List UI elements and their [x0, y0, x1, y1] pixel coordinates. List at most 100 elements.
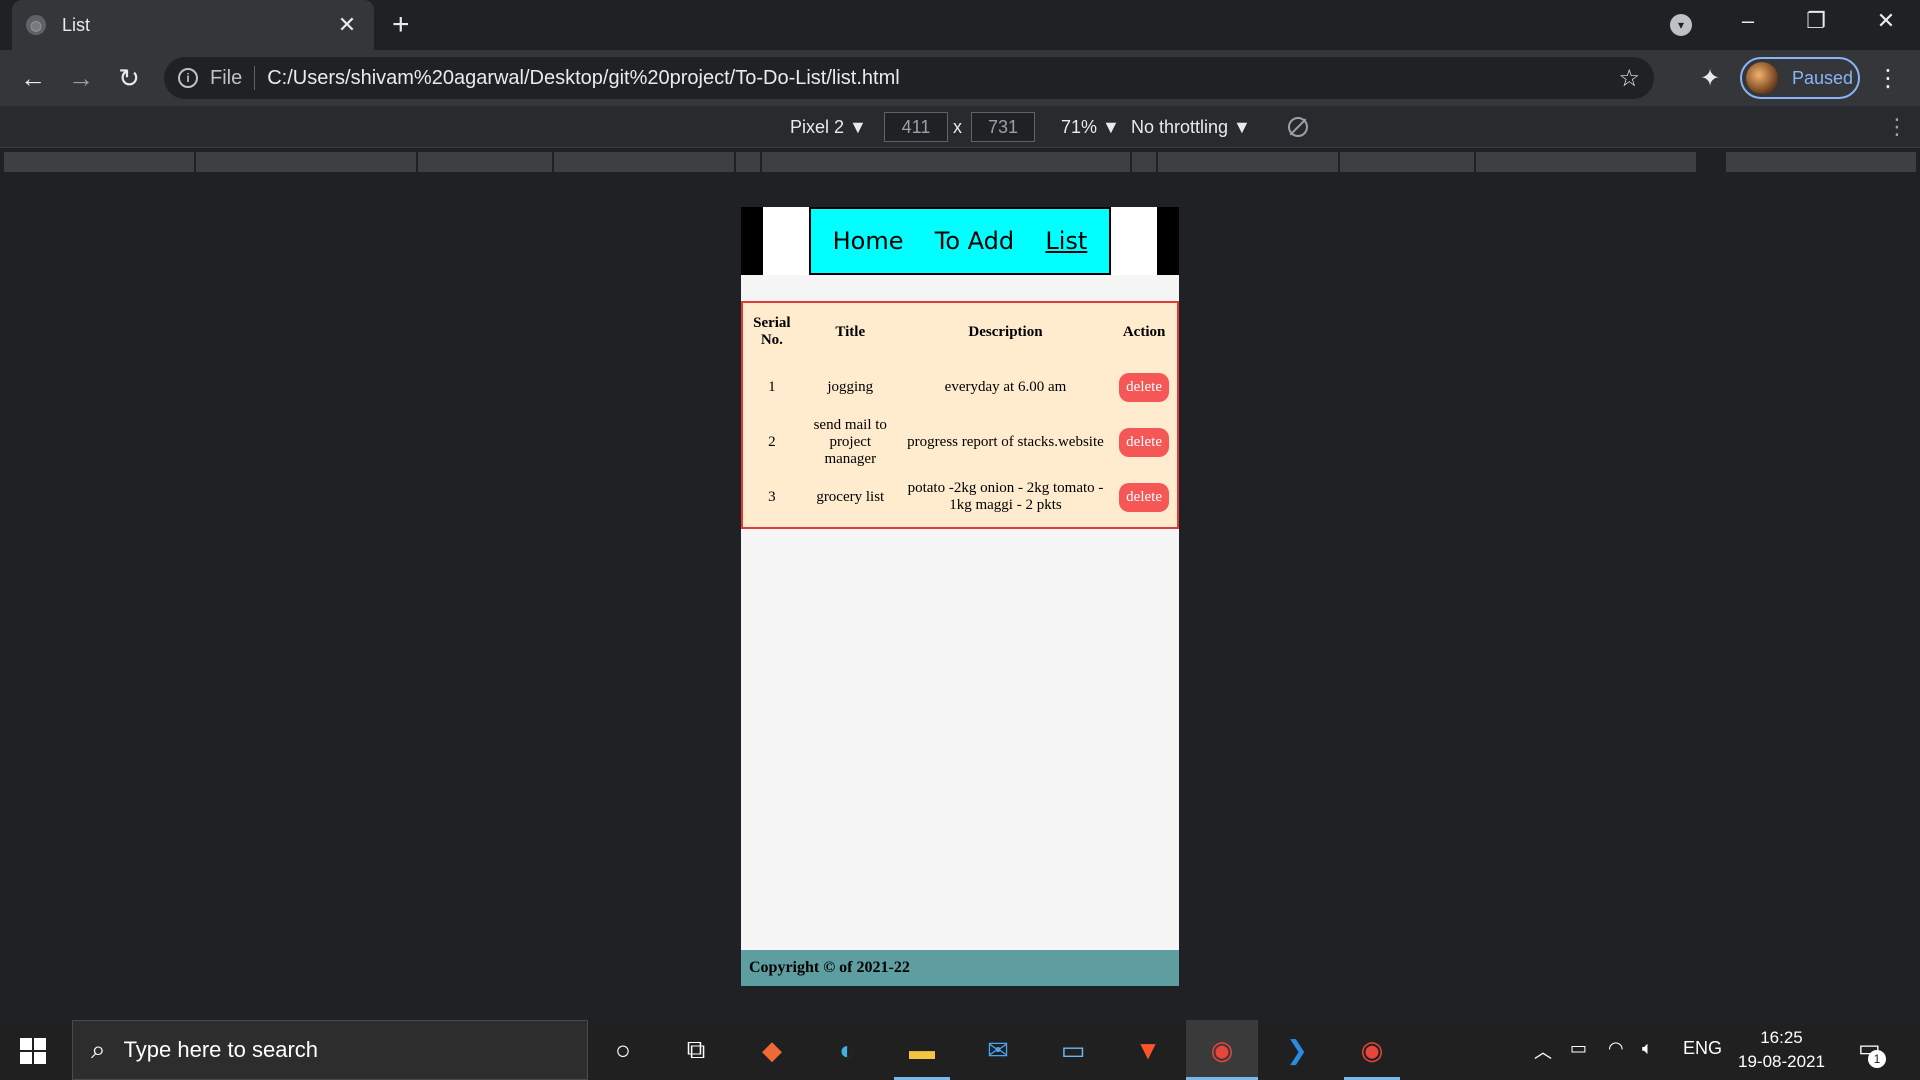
media-query-segment[interactable]: [1132, 152, 1156, 172]
tab-search-icon[interactable]: ▾: [1670, 14, 1692, 36]
tab-title: List: [62, 14, 91, 35]
nav-home[interactable]: Home: [833, 227, 904, 255]
main-nav: Home To Add List: [809, 207, 1111, 275]
table-row: 2 send mail to project manager progress …: [743, 413, 1177, 471]
edge-icon[interactable]: ◐: [829, 1032, 865, 1068]
viewport-width-input[interactable]: 411: [884, 112, 948, 142]
action-cell: delete: [1111, 361, 1177, 413]
col-title-header: Title: [835, 323, 866, 340]
reload-icon[interactable]: ↻: [112, 62, 146, 94]
description-cell: potato -2kg onion - 2kg tomato - 1kg mag…: [907, 480, 1104, 513]
address-bar[interactable]: i File C:/Users/shivam%20agarwal/Desktop…: [164, 57, 1654, 99]
brave-icon[interactable]: ▼: [1130, 1032, 1166, 1068]
table-row: 1 jogging everyday at 6.00 am delete: [743, 361, 1177, 413]
media-query-segment[interactable]: [4, 152, 194, 172]
git-icon[interactable]: ◆: [754, 1032, 790, 1068]
nav-list[interactable]: List: [1045, 227, 1087, 255]
wifi-icon[interactable]: ◠: [1608, 1038, 1624, 1059]
viewport-height-input[interactable]: 731: [971, 112, 1035, 142]
serial-cell: 2: [768, 433, 776, 450]
tab-strip: ◍ List ✕ + ▾ – ❐ ✕: [0, 0, 1920, 50]
delete-button[interactable]: delete: [1119, 427, 1169, 457]
nav-to-add[interactable]: To Add: [935, 227, 1014, 255]
dimension-separator: x: [953, 117, 962, 137]
mail-icon[interactable]: ✉: [980, 1032, 1016, 1068]
restore-icon[interactable]: ❐: [1796, 8, 1836, 34]
media-query-segment[interactable]: [1476, 152, 1696, 172]
title-cell: grocery list: [816, 488, 885, 505]
media-query-bar: [0, 149, 1920, 175]
info-icon[interactable]: i: [178, 68, 198, 88]
globe-icon: ◍: [26, 15, 46, 35]
avatar: [1746, 62, 1778, 94]
menu-icon[interactable]: ⋮: [1876, 64, 1900, 93]
notification-badge: 1: [1868, 1050, 1886, 1068]
media-query-segment[interactable]: [554, 152, 734, 172]
vscode-icon[interactable]: ❯: [1279, 1032, 1315, 1068]
device-select[interactable]: Pixel 2 ▼: [790, 117, 867, 138]
delete-button[interactable]: delete: [1119, 372, 1169, 402]
media-query-segment[interactable]: [1726, 152, 1916, 172]
title-cell: send mail to project manager: [813, 416, 887, 467]
throttling-select[interactable]: No throttling ▼: [1131, 117, 1251, 138]
device-viewport: Home To Add List Serial No. Title Descri…: [741, 207, 1179, 986]
start-tile: [20, 1038, 32, 1050]
star-icon[interactable]: ☆: [1618, 64, 1640, 93]
more-options-icon[interactable]: ⋮: [1886, 114, 1908, 140]
omnibox-divider: [254, 66, 256, 90]
new-tab-button[interactable]: +: [392, 10, 410, 40]
start-tile: [34, 1038, 46, 1050]
start-tile: [20, 1052, 32, 1064]
file-explorer-icon[interactable]: ▬: [904, 1032, 940, 1068]
title-cell: jogging: [827, 378, 874, 395]
media-query-segment[interactable]: [1158, 152, 1338, 172]
volume-icon[interactable]: 🔈︎: [1642, 1038, 1653, 1059]
device-toolbar: Pixel 2 ▼ 411 x 731 71% ▼ No throttling …: [0, 106, 1920, 148]
chrome-icon[interactable]: ◉: [1354, 1032, 1390, 1068]
clock-date: 19-08-2021: [1738, 1052, 1825, 1071]
todo-table: Serial No. Title Description Action 1 jo…: [743, 303, 1177, 523]
description-cell: everyday at 6.00 am: [944, 378, 1067, 395]
zoom-select[interactable]: 71% ▼: [1061, 117, 1120, 138]
media-query-segment[interactable]: [1340, 152, 1474, 172]
search-icon: ⌕: [91, 1034, 106, 1064]
task-view-icon[interactable]: ⧉: [678, 1032, 714, 1068]
media-query-segment[interactable]: [762, 152, 1130, 172]
profile-label: Paused: [1792, 67, 1854, 88]
profile-button[interactable]: Paused: [1740, 57, 1860, 99]
clock-time: 16:25: [1760, 1028, 1803, 1047]
browser-toolbar: ← → ↻ i File C:/Users/shivam%20agarwal/D…: [0, 50, 1920, 106]
rotate-icon[interactable]: [1288, 117, 1308, 137]
action-cell: delete: [1111, 413, 1177, 471]
table-header-row: Serial No. Title Description Action: [743, 303, 1177, 361]
url-text[interactable]: C:/Users/shivam%20agarwal/Desktop/git%20…: [267, 67, 899, 90]
col-description-header: Description: [968, 323, 1043, 340]
chevron-up-icon[interactable]: ︿: [1534, 1038, 1552, 1064]
language-indicator[interactable]: ENG: [1683, 1038, 1722, 1059]
taskbar-clock[interactable]: 16:25 19-08-2021: [1738, 1026, 1825, 1074]
extensions-icon[interactable]: ✦: [1700, 64, 1720, 93]
back-icon[interactable]: ←: [16, 62, 50, 94]
taskbar-search[interactable]: ⌕ Type here to search: [72, 1020, 588, 1080]
col-action-header: Action: [1122, 323, 1166, 340]
browser-tab[interactable]: ◍ List ✕: [12, 0, 374, 50]
delete-button[interactable]: delete: [1119, 482, 1169, 512]
page-footer: Copyright © of 2021-22: [741, 950, 1179, 986]
forward-icon[interactable]: →: [64, 62, 98, 94]
media-query-segment[interactable]: [418, 152, 552, 172]
minimize-icon[interactable]: –: [1728, 8, 1768, 34]
page-header: Home To Add List: [741, 207, 1179, 275]
start-tile: [34, 1052, 46, 1064]
tab-close-icon[interactable]: ✕: [334, 12, 360, 38]
serial-cell: 1: [768, 378, 776, 395]
close-window-icon[interactable]: ✕: [1866, 8, 1906, 34]
windows-taskbar: ⌕ Type here to search ○ ⧉ ◆ ◐ ▬ ✉ ▭ ▼ ◉ …: [0, 1020, 1920, 1080]
media-query-segment[interactable]: [736, 152, 760, 172]
action-cell: delete: [1111, 471, 1177, 523]
laptop-icon[interactable]: ▭: [1055, 1032, 1091, 1068]
battery-icon[interactable]: ▭: [1570, 1038, 1587, 1059]
windows-start-icon[interactable]: [20, 1038, 46, 1064]
cortana-icon[interactable]: ○: [605, 1032, 641, 1068]
media-query-segment[interactable]: [196, 152, 416, 172]
chrome-icon[interactable]: ◉: [1204, 1032, 1240, 1068]
